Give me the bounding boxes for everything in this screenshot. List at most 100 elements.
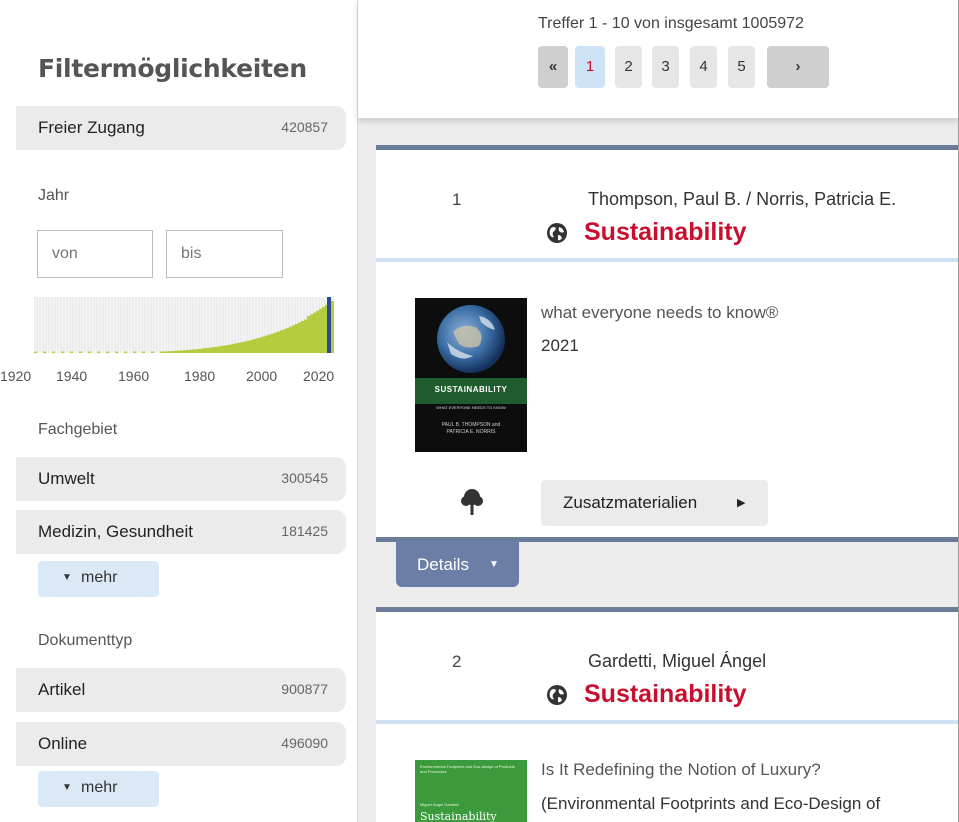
histogram-bar bbox=[304, 319, 308, 353]
histogram-bar bbox=[106, 351, 110, 353]
page-button-1[interactable]: 1 bbox=[575, 46, 605, 88]
facet-doctype-artikel[interactable]: Artikel 900877 bbox=[16, 668, 346, 712]
histogram-bar bbox=[298, 322, 302, 353]
globe-icon bbox=[547, 685, 567, 705]
histogram-bar bbox=[88, 351, 92, 353]
cover-title: Sustainability bbox=[420, 810, 497, 822]
year-tick: 1960 bbox=[118, 368, 150, 384]
year-histogram[interactable] bbox=[34, 297, 334, 353]
histogram-bar bbox=[169, 351, 173, 353]
cover-title: SUSTAINABILITY bbox=[434, 385, 508, 394]
histogram-bar bbox=[187, 349, 191, 353]
histogram-bar bbox=[232, 343, 236, 353]
book-cover[interactable]: SUSTAINABILITY WHAT EVERYONE NEEDS TO KN… bbox=[415, 298, 527, 452]
histogram-bar bbox=[238, 342, 242, 353]
page-button-5[interactable]: 5 bbox=[728, 46, 755, 88]
histogram-bar bbox=[205, 348, 209, 353]
histogram-bar bbox=[220, 346, 224, 353]
histogram-bar bbox=[235, 343, 239, 353]
histogram-bar bbox=[202, 348, 206, 353]
histogram-bar bbox=[208, 347, 212, 353]
histogram-bar bbox=[226, 345, 230, 353]
histogram-bar bbox=[274, 332, 278, 353]
cover-author: Miguel Ángel Gardetti bbox=[420, 802, 459, 807]
facet-doctype-online[interactable]: Online 496090 bbox=[16, 722, 346, 766]
result-series: (Environmental Footprints and Eco-Design… bbox=[541, 794, 881, 813]
year-from-input[interactable] bbox=[37, 230, 153, 278]
cover-series: Environmental Footprints and Eco-design … bbox=[420, 764, 515, 774]
page-button-3[interactable]: 3 bbox=[652, 46, 679, 88]
details-button[interactable]: Details ▼ bbox=[396, 541, 519, 587]
histogram-bar bbox=[178, 350, 182, 353]
histogram-bar bbox=[319, 308, 323, 353]
histogram-bar bbox=[193, 349, 197, 353]
result-authors: Thompson, Paul B. / Norris, Patricia E. bbox=[588, 189, 897, 209]
year-tick: 2000 bbox=[246, 368, 278, 384]
results-area: Treffer 1 - 10 von insgesamt 1005972 « 1… bbox=[358, 0, 959, 822]
histogram-bar bbox=[151, 351, 155, 353]
divider bbox=[376, 720, 959, 724]
histogram-bar bbox=[250, 339, 254, 353]
year-label: Jahr bbox=[38, 187, 70, 204]
facet-open-access[interactable]: Freier Zugang 420857 bbox=[16, 106, 346, 150]
histogram-bar bbox=[61, 351, 65, 353]
hit-summary: Treffer 1 - 10 von insgesamt 1005972 bbox=[538, 15, 804, 32]
supplement-button[interactable]: Zusatzmaterialien ▶ bbox=[541, 480, 768, 526]
page-button-4[interactable]: 4 bbox=[690, 46, 717, 88]
cover-author-line: PAUL B. THOMPSON and bbox=[441, 422, 501, 428]
year-to-input[interactable] bbox=[166, 230, 283, 278]
subject-more-button[interactable]: ▼ mehr bbox=[38, 561, 159, 597]
histogram-bar bbox=[247, 340, 251, 353]
results-header: Treffer 1 - 10 von insgesamt 1005972 « 1… bbox=[358, 0, 959, 118]
caret-down-icon: ▼ bbox=[62, 782, 72, 793]
histogram-bar bbox=[163, 351, 167, 353]
histogram-bar bbox=[295, 323, 299, 353]
more-label: mehr bbox=[81, 779, 118, 796]
histogram-bar bbox=[199, 348, 203, 353]
facet-label: Medizin, Gesundheit bbox=[38, 522, 193, 541]
histogram-bar bbox=[142, 351, 146, 353]
more-label: mehr bbox=[81, 569, 118, 586]
facet-count: 181425 bbox=[281, 523, 328, 539]
histogram-bar bbox=[313, 312, 317, 353]
histogram-bar bbox=[184, 350, 188, 353]
histogram-bar bbox=[223, 345, 227, 353]
histogram-bar bbox=[265, 335, 269, 353]
histogram-bar bbox=[181, 350, 185, 353]
next-page-button[interactable]: › bbox=[767, 46, 829, 88]
histogram-bar bbox=[241, 342, 245, 353]
histogram-bar bbox=[262, 336, 266, 353]
first-page-button[interactable]: « bbox=[538, 46, 568, 88]
histogram-bar bbox=[229, 344, 233, 353]
result-title-link[interactable]: Sustainability bbox=[584, 218, 747, 247]
result-year: 2021 bbox=[541, 336, 579, 355]
facet-count: 496090 bbox=[281, 735, 328, 751]
result-subtitle: what everyone needs to know® bbox=[541, 303, 779, 322]
histogram-bar bbox=[301, 321, 305, 353]
doctype-more-button[interactable]: ▼ mehr bbox=[38, 771, 159, 807]
facet-count: 300545 bbox=[281, 470, 328, 486]
histogram-bar bbox=[277, 331, 281, 353]
histogram-bar bbox=[289, 326, 293, 353]
page-button-2[interactable]: 2 bbox=[615, 46, 642, 88]
facet-subject-umwelt[interactable]: Umwelt 300545 bbox=[16, 457, 346, 501]
histogram-bar bbox=[244, 341, 248, 353]
book-cover[interactable]: Environmental Footprints and Eco-design … bbox=[415, 760, 527, 822]
histogram-bar bbox=[316, 310, 320, 353]
facet-subject-medizin[interactable]: Medizin, Gesundheit 181425 bbox=[16, 510, 346, 554]
facet-label: Umwelt bbox=[38, 469, 95, 488]
result-number: 1 bbox=[452, 190, 462, 209]
histogram-bar bbox=[310, 314, 314, 353]
caret-right-icon: ▶ bbox=[737, 497, 746, 509]
histogram-bar bbox=[211, 347, 215, 353]
caret-down-icon: ▼ bbox=[62, 572, 72, 583]
histogram-bar bbox=[259, 337, 263, 353]
histogram-bar bbox=[217, 346, 221, 353]
filter-sidebar: Filtermöglichkeiten Freier Zugang 420857… bbox=[0, 0, 358, 822]
histogram-bar bbox=[79, 351, 83, 353]
supplement-label: Zusatzmaterialien bbox=[563, 493, 698, 512]
result-title-link[interactable]: Sustainability bbox=[584, 680, 747, 709]
cover-author-line: PATRICIA E. NORRIS bbox=[446, 429, 496, 435]
histogram-bar bbox=[172, 351, 176, 353]
year-tick: 1980 bbox=[184, 368, 216, 384]
